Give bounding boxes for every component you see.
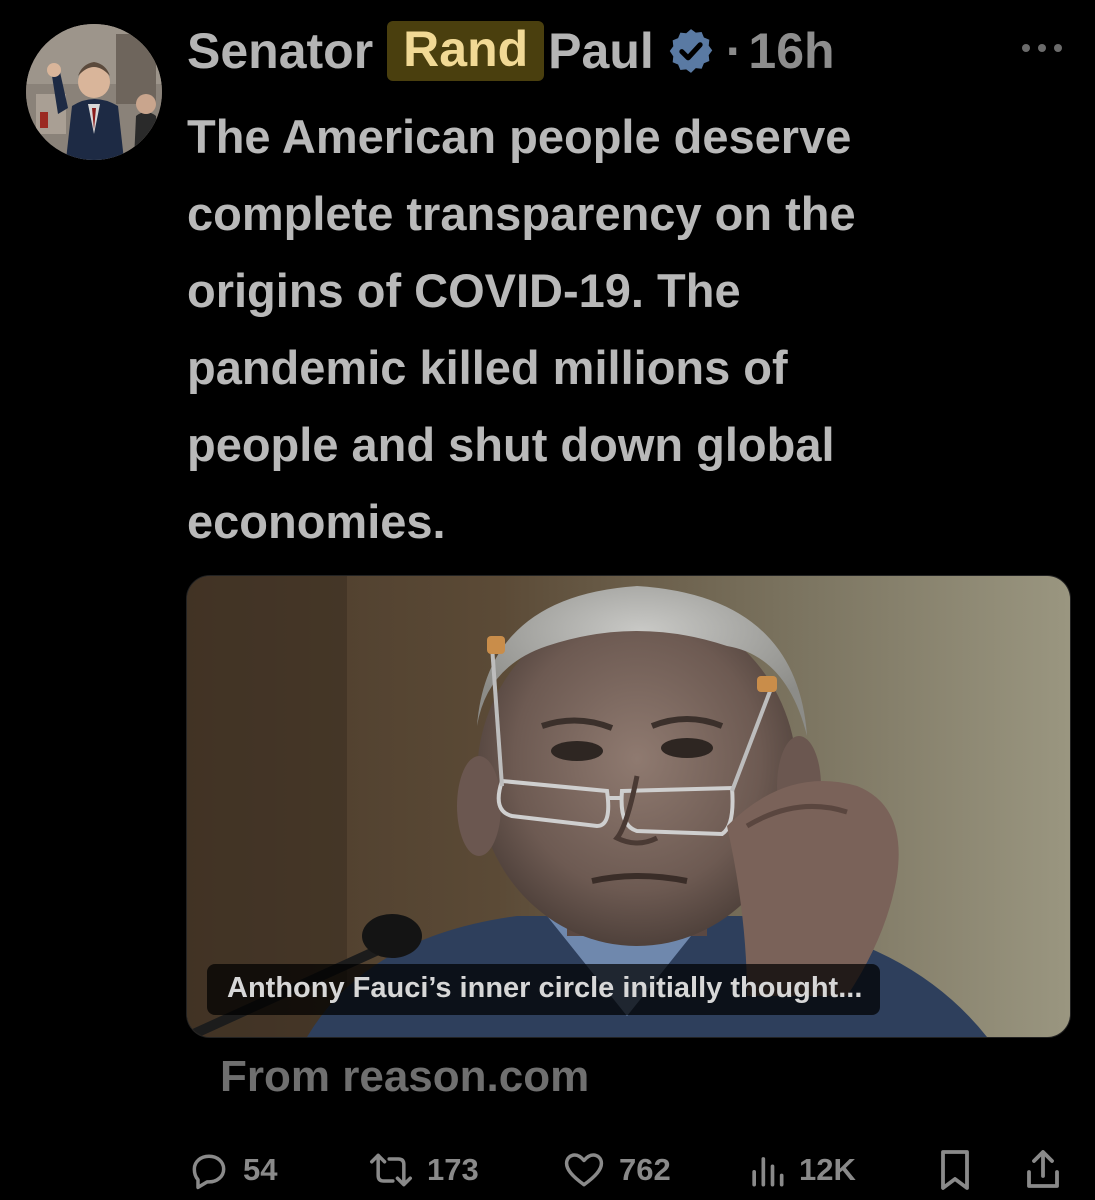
author-name-highlight[interactable]: Rand [387,20,545,82]
retweet-count: 173 [427,1152,479,1187]
tweet-text-line: people and shut down global [187,418,835,471]
share-button[interactable] [1023,1142,1075,1198]
tweet-actions: 54 173 762 12K [187,1142,1067,1198]
views-count: 12K [799,1152,856,1187]
more-icon[interactable] [1020,38,1064,58]
link-card[interactable]: Anthony Fauci’s inner circle initially t… [186,575,1071,1038]
tweet-text-line: The American people deserve [187,110,852,163]
tweet-text-line: complete transparency on the [187,187,856,240]
tweet[interactable]: Senator Rand Paul · 16h The American peo… [0,0,1095,1200]
like-button[interactable]: 762 [561,1142,671,1198]
like-count: 762 [619,1152,671,1187]
tweet-time[interactable]: 16h [748,22,834,80]
retweet-icon [370,1153,412,1187]
author-name-suffix[interactable]: Paul [548,22,654,80]
reply-icon [192,1154,226,1190]
reply-count: 54 [243,1152,278,1187]
tweet-text: The American people deserve complete tra… [187,98,1067,560]
tweet-text-line: origins of COVID-19. The [187,264,741,317]
tweet-header: Senator Rand Paul · 16h [187,18,835,84]
views-button[interactable]: 12K [747,1142,856,1198]
bookmark-button[interactable] [935,1142,987,1198]
share-icon [1027,1150,1059,1188]
retweet-button[interactable]: 173 [367,1142,479,1198]
verified-badge-icon [666,26,716,76]
tweet-text-line: pandemic killed millions of [187,341,788,394]
tweet-text-line: economies. [187,495,446,548]
card-source[interactable]: From reason.com [220,1052,589,1102]
author-name-prefix[interactable]: Senator [187,22,373,80]
avatar[interactable] [26,24,162,160]
bookmark-icon [941,1150,969,1190]
views-icon [752,1157,784,1187]
card-caption: Anthony Fauci’s inner circle initially t… [207,964,881,1015]
header-separator: · [725,23,743,79]
heart-icon [564,1153,604,1187]
reply-button[interactable]: 54 [187,1142,277,1198]
